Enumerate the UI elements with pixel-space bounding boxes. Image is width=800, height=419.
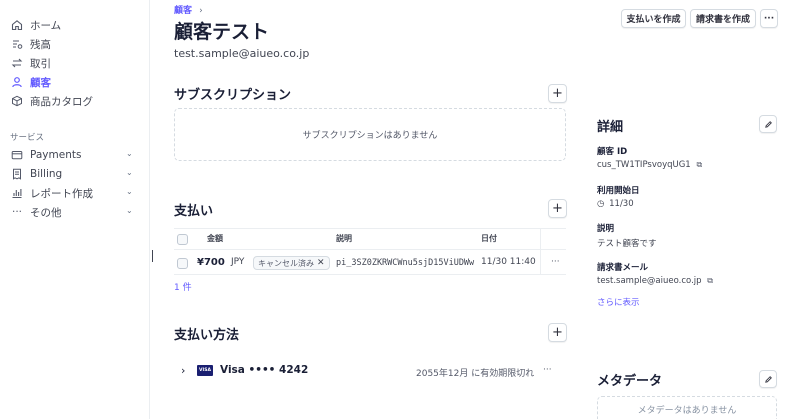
subscriptions-title: サブスクリプション (174, 88, 292, 103)
customer-icon (10, 75, 24, 89)
sticky-column-divider (540, 228, 541, 274)
description-label: 説明 (597, 224, 615, 234)
sidebar-item-payments[interactable]: Payments ⌄ (10, 146, 140, 164)
payment-date: 11/30 11:40 (481, 257, 536, 267)
column-header-amount[interactable]: 金額 (207, 233, 223, 244)
text-cursor (152, 250, 153, 262)
metadata-empty-state: メタデータはありません (597, 396, 777, 419)
sidebar-item-product-catalog[interactable]: 商品カタログ (10, 92, 93, 110)
payments-count[interactable]: 1 件 (174, 280, 192, 293)
chevron-down-icon: ⌄ (126, 206, 133, 215)
invoice-email-label: 請求書メール (597, 263, 649, 273)
services-section-label: サービス (10, 133, 45, 143)
balance-icon (10, 37, 24, 51)
metadata-title: メタデータ (597, 374, 663, 389)
breadcrumb-customers-link[interactable]: 顧客 (174, 6, 192, 16)
sidebar-item-label: 残高 (30, 38, 51, 51)
table-header-border (174, 249, 566, 250)
visa-card-icon: VISA (197, 365, 213, 376)
edit-metadata-button[interactable] (759, 370, 777, 388)
create-invoice-button[interactable]: 請求書を作成 (690, 9, 756, 28)
payment-method-expiry: 2055年12月 に有効期限切れ (416, 369, 535, 379)
payment-method-more-icon[interactable]: ··· (543, 365, 552, 375)
sidebar-item-label: 商品カタログ (30, 95, 93, 108)
reports-icon (10, 186, 24, 200)
sidebar-item-label: Billing (30, 168, 63, 180)
sidebar-item-home[interactable]: ホーム (10, 16, 61, 34)
plus-icon: + (552, 201, 563, 216)
invoice-email-value: test.sample@aiueo.co.jp (597, 276, 702, 286)
breadcrumb[interactable]: 顧客 › (174, 3, 203, 16)
status-badge-label: キャンセル済み (258, 258, 314, 268)
start-date-label: 利用開始日 (597, 186, 640, 196)
sidebar-item-reports[interactable]: レポート作成 ⌄ (10, 184, 140, 202)
row-more-icon[interactable]: ··· (551, 257, 560, 267)
customer-id-label: 顧客 ID (597, 147, 628, 157)
pencil-icon (764, 375, 772, 383)
sidebar-item-label: レポート作成 (30, 187, 93, 200)
payment-amount: ¥700 (197, 257, 225, 268)
details-title: 詳細 (597, 120, 624, 135)
chevron-right-icon[interactable]: › (181, 364, 185, 377)
home-icon (10, 18, 24, 32)
invoice-email-row: test.sample@aiueo.co.jp ⧉ (597, 276, 713, 286)
add-payment-button[interactable]: + (548, 199, 567, 218)
row-checkbox[interactable] (177, 258, 188, 269)
customer-id-value: cus_TW1TIPsvoyqUG1 (597, 160, 691, 170)
chevron-down-icon: ⌄ (126, 149, 133, 158)
create-payment-button[interactable]: 支払いを作成 (621, 9, 686, 28)
payment-description: pi_3SZ0ZKRWCWnu5sjD15ViUDWw (336, 258, 475, 268)
add-payment-method-button[interactable]: + (548, 323, 567, 342)
table-top-border (174, 228, 566, 229)
copy-icon[interactable]: ⧉ (696, 160, 702, 170)
sidebar: ホーム 残高 取引 顧客 商品カタログ サービス Payments ⌄ Bill… (0, 0, 150, 419)
sidebar-item-label: 取引 (30, 57, 51, 70)
show-more-link[interactable]: さらに表示 (597, 296, 640, 308)
sidebar-item-transactions[interactable]: 取引 (10, 54, 51, 72)
status-badge: キャンセル済み ✕ (253, 256, 330, 270)
column-header-date[interactable]: 日付 (481, 233, 497, 244)
more-icon: ··· (11, 206, 22, 218)
subscriptions-empty-text: サブスクリプションはありません (302, 131, 438, 141)
copy-icon[interactable]: ⧉ (707, 276, 713, 286)
plus-icon: + (552, 86, 563, 101)
clock-icon: ◷ (597, 199, 605, 209)
start-date-row: ◷ 11/30 (597, 199, 634, 209)
payment-currency: JPY (231, 257, 245, 267)
plus-icon: + (552, 325, 563, 340)
subscriptions-empty-state: サブスクリプションはありません (174, 108, 566, 161)
sidebar-item-balance[interactable]: 残高 (10, 35, 51, 53)
sidebar-item-label: Payments (30, 149, 82, 161)
transactions-icon (10, 56, 24, 70)
payment-methods-title: 支払い方法 (174, 328, 240, 343)
sidebar-item-customers[interactable]: 顧客 (10, 73, 51, 91)
column-header-description[interactable]: 説明 (336, 233, 352, 244)
select-all-checkbox[interactable] (177, 234, 188, 245)
payment-method-label[interactable]: Visa •••• 4242 (220, 364, 308, 376)
add-subscription-button[interactable]: + (548, 84, 567, 103)
payments-icon (10, 148, 24, 162)
chevron-down-icon: ⌄ (126, 168, 133, 177)
table-bottom-border (174, 274, 566, 275)
metadata-empty-text: メタデータはありません (637, 406, 737, 416)
product-catalog-icon (10, 94, 24, 108)
sidebar-item-more[interactable]: ··· その他 ⌄ (10, 203, 140, 221)
customer-id-row: cus_TW1TIPsvoyqUG1 ⧉ (597, 160, 702, 170)
payments-title: 支払い (174, 204, 214, 219)
chevron-down-icon: ⌄ (126, 187, 133, 196)
sidebar-item-label: 顧客 (30, 76, 51, 89)
edit-details-button[interactable] (759, 115, 777, 133)
sidebar-item-label: その他 (30, 206, 62, 219)
pencil-icon (764, 120, 772, 128)
breadcrumb-separator: › (199, 6, 203, 16)
more-actions-button[interactable]: ··· (760, 9, 778, 28)
customer-email: test.sample@aiueo.co.jp (174, 47, 310, 60)
billing-icon (10, 167, 24, 181)
sidebar-item-label: ホーム (30, 19, 62, 32)
description-value: テスト顧客です (597, 239, 657, 249)
page-title: 顧客テスト (174, 21, 270, 43)
start-date-value: 11/30 (609, 199, 634, 209)
canceled-x-icon: ✕ (317, 258, 325, 268)
sidebar-item-billing[interactable]: Billing ⌄ (10, 165, 140, 183)
